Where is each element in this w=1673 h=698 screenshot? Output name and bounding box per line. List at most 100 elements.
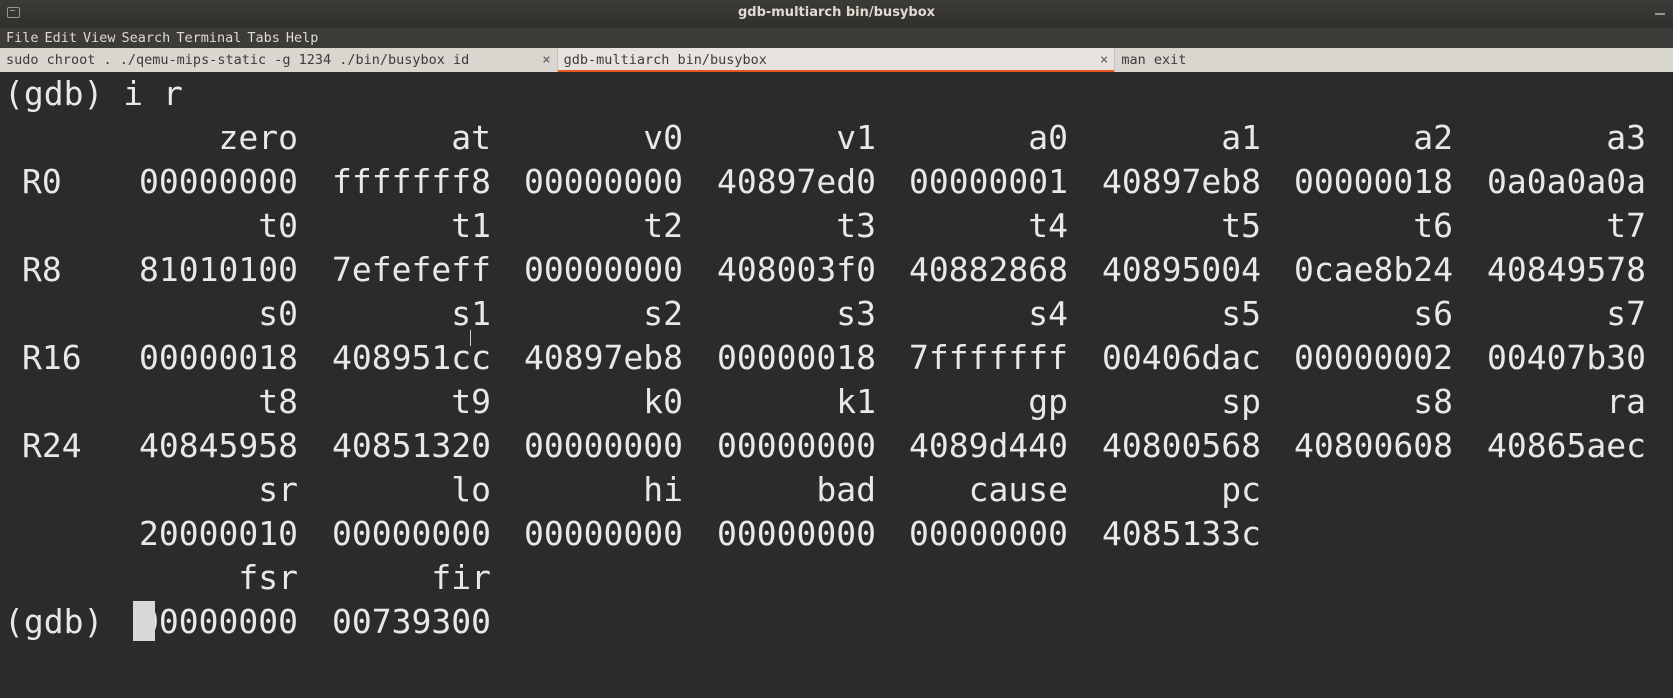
ibeam-cursor-icon: [469, 330, 473, 346]
prompt: (gdb): [4, 602, 124, 641]
register-value: 4089d440: [909, 426, 1068, 465]
register-value: 40800568: [1102, 426, 1261, 465]
title-bar: gdb-multiarch bin/busybox: [0, 0, 1673, 28]
register-name: sp: [1221, 382, 1261, 421]
register-name: v1: [836, 118, 876, 157]
register-name: t0: [258, 206, 298, 245]
register-name: a3: [1606, 118, 1646, 157]
register-name: v0: [643, 118, 683, 157]
menu-bar: File Edit View Search Terminal Tabs Help: [0, 28, 1673, 48]
tab-label: sudo chroot . ./qemu-mips-static -g 1234…: [6, 52, 470, 68]
register-name: s7: [1606, 294, 1646, 333]
close-icon[interactable]: ×: [1100, 48, 1108, 72]
register-name: gp: [1028, 382, 1068, 421]
tab-qemu-chroot[interactable]: sudo chroot . ./qemu-mips-static -g 1234…: [0, 48, 558, 72]
register-name: t4: [1028, 206, 1068, 245]
register-name: t9: [451, 382, 491, 421]
register-name: s4: [1028, 294, 1068, 333]
register-value: 40865aec: [1487, 426, 1646, 465]
register-value: 40800608: [1294, 426, 1453, 465]
register-name: fir: [431, 558, 491, 597]
register-value: 81010100: [139, 250, 298, 289]
register-value: 7efefeff: [332, 250, 491, 289]
register-value: 00406dac: [1102, 338, 1261, 377]
register-value: 00000018: [139, 338, 298, 377]
window-title: gdb-multiarch bin/busybox: [737, 5, 936, 20]
register-value: 00000000: [717, 514, 876, 553]
menu-tabs[interactable]: Tabs: [247, 30, 280, 46]
register-group-label: R16: [22, 338, 82, 377]
register-value: 00000000: [139, 162, 298, 201]
register-value: 40845958: [139, 426, 298, 465]
register-value: 40882868: [909, 250, 1068, 289]
register-name: s0: [258, 294, 298, 333]
register-name: s6: [1413, 294, 1453, 333]
register-group-label: R0: [22, 162, 62, 201]
prompt-line: (gdb): [4, 600, 156, 644]
tab-man-exit[interactable]: man exit: [1115, 48, 1673, 72]
register-name: s3: [836, 294, 876, 333]
tab-label: man exit: [1121, 52, 1187, 68]
register-name: ra: [1606, 382, 1646, 421]
register-name: zero: [218, 118, 298, 157]
menu-view[interactable]: View: [83, 30, 116, 46]
register-name: a2: [1413, 118, 1453, 157]
register-value: 00000000: [524, 250, 683, 289]
register-value: 4085133c: [1102, 514, 1261, 553]
menu-edit[interactable]: Edit: [45, 30, 78, 46]
register-name: a1: [1221, 118, 1261, 157]
terminal-output[interactable]: (gdb) i r zero at v0 v1 a0 a1 a2 a3 R0 00000000 ff…: [0, 72, 1673, 698]
register-value: 00739300: [332, 602, 491, 641]
register-value: 00000018: [1294, 162, 1453, 201]
menu-file[interactable]: File: [6, 30, 39, 46]
register-value: 00000000: [524, 426, 683, 465]
register-name: lo: [451, 470, 491, 509]
register-value: 00407b30: [1487, 338, 1646, 377]
register-name: at: [451, 118, 491, 157]
register-value: 40897eb8: [1102, 162, 1261, 201]
register-name: t2: [643, 206, 683, 245]
register-name: s8: [1413, 382, 1453, 421]
register-value: 40897ed0: [717, 162, 876, 201]
register-value: 00000000: [717, 426, 876, 465]
register-value: 7fffffff: [909, 338, 1068, 377]
register-name: k1: [836, 382, 876, 421]
register-group-label: R8: [22, 250, 62, 289]
register-value: 0a0a0a0a: [1487, 162, 1646, 201]
register-group-label: R24: [22, 426, 82, 465]
tab-gdb-multiarch[interactable]: gdb-multiarch bin/busybox ×: [557, 48, 1116, 72]
register-name: k0: [643, 382, 683, 421]
register-value: 00000000: [524, 514, 683, 553]
register-value: 00000000: [909, 514, 1068, 553]
register-name: t1: [451, 206, 491, 245]
menu-help[interactable]: Help: [286, 30, 319, 46]
menu-terminal[interactable]: Terminal: [176, 30, 241, 46]
close-icon[interactable]: ×: [542, 48, 550, 72]
register-name: cause: [968, 470, 1068, 509]
register-name: t3: [836, 206, 876, 245]
register-name: t6: [1413, 206, 1453, 245]
register-value: 408003f0: [717, 250, 876, 289]
register-name: t7: [1606, 206, 1646, 245]
minimize-icon[interactable]: [1655, 13, 1665, 15]
register-value: 20000010: [139, 514, 298, 553]
tab-label: gdb-multiarch bin/busybox: [563, 52, 767, 68]
register-name: a0: [1028, 118, 1068, 157]
register-name: fsr: [238, 558, 298, 597]
register-value: 40851320: [332, 426, 491, 465]
menu-search[interactable]: Search: [122, 30, 171, 46]
register-value: 40895004: [1102, 250, 1261, 289]
register-value: 00000000: [524, 162, 683, 201]
register-name: s5: [1221, 294, 1261, 333]
tab-bar: sudo chroot . ./qemu-mips-static -g 1234…: [0, 48, 1673, 72]
register-name: t5: [1221, 206, 1261, 245]
register-value: 408951cc: [332, 338, 491, 377]
register-value: 40849578: [1487, 250, 1646, 289]
text-cursor: [133, 601, 156, 641]
register-name: s1: [451, 294, 491, 333]
register-name: pc: [1221, 470, 1261, 509]
register-name: sr: [258, 470, 298, 509]
register-name: t8: [258, 382, 298, 421]
register-value: 0cae8b24: [1294, 250, 1453, 289]
register-name: bad: [816, 470, 876, 509]
